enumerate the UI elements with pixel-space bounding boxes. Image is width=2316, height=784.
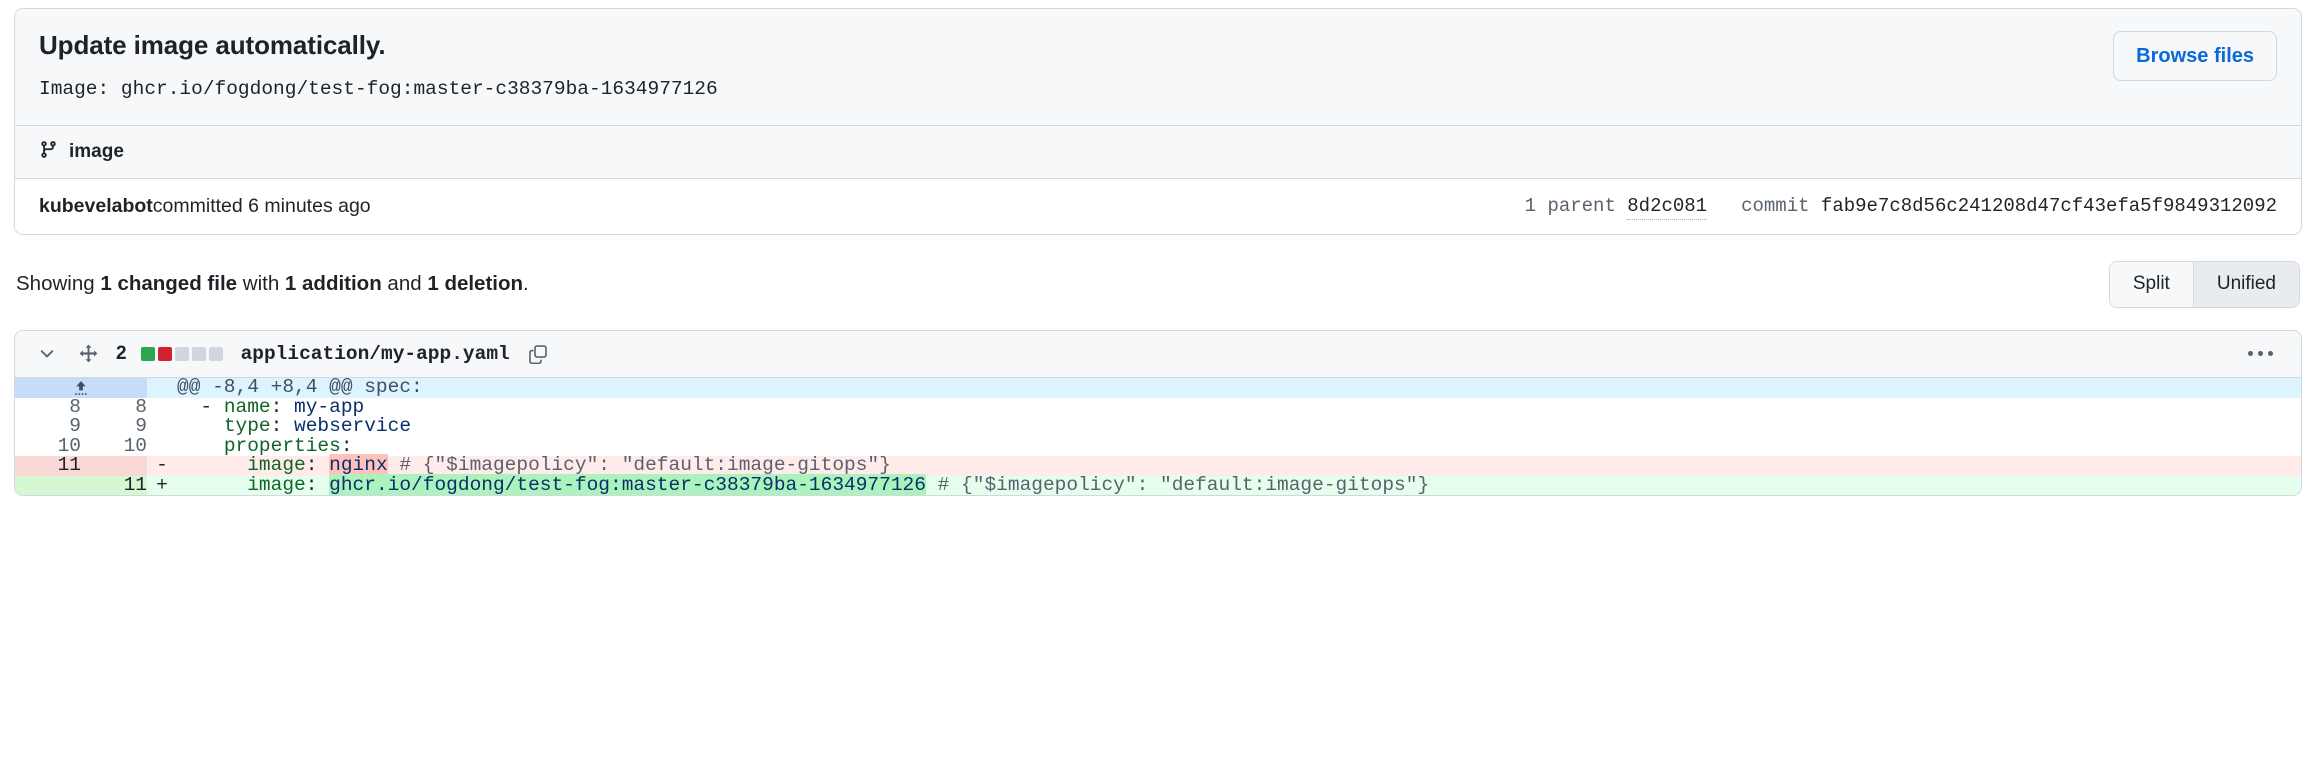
line-number-new[interactable]: 10	[81, 437, 147, 457]
diff-hunk-header: @@ -8,4 +8,4 @@ spec:	[177, 378, 2301, 398]
commit-card: Update image automatically. Image: ghcr.…	[14, 8, 2302, 235]
line-number-new[interactable]: 9	[81, 417, 147, 437]
diff-line-add: 11+ image: ghcr.io/fogdong/test-fog:mast…	[15, 476, 2301, 496]
code-token	[926, 474, 938, 496]
copy-icon[interactable]	[524, 344, 552, 364]
summary-prefix: Showing	[16, 272, 100, 295]
code-token	[177, 474, 247, 496]
diff-table-body: @@ -8,4 +8,4 @@ spec: 88 - name: my-app9…	[15, 378, 2301, 496]
diff-line-marker	[147, 398, 177, 418]
diff-line-code: image: ghcr.io/fogdong/test-fog:master-c…	[177, 476, 2301, 496]
line-number-old[interactable]: 11	[15, 456, 81, 476]
code-token: ghcr.io/fogdong/test-fog:master-c38379ba…	[329, 474, 926, 496]
expand-up-icon[interactable]	[15, 378, 147, 398]
expand-hunk-cell[interactable]	[15, 378, 147, 398]
code-token: nginx	[329, 454, 388, 476]
commit-sha[interactable]: fab9e7c8d56c241208d47cf43efa5f9849312092	[1821, 195, 2277, 217]
diff-file-header-left: 2 application/my-app.yaml	[33, 343, 552, 365]
unified-view-button[interactable]: Unified	[2193, 262, 2299, 307]
git-branch-icon	[39, 140, 58, 164]
diff-line-marker: -	[147, 456, 177, 476]
diff-hunk-header-row: @@ -8,4 +8,4 @@ spec:	[15, 378, 2301, 398]
hunk-mark-cell	[147, 378, 177, 398]
line-number-new[interactable]: 11	[81, 476, 147, 496]
parent-commit: 1 parent 8d2c081	[1525, 195, 1707, 217]
line-number-new[interactable]	[81, 456, 147, 476]
summary-suffix: .	[523, 272, 529, 295]
commit-author-row: kubevelabot committed 6 minutes ago 1 pa…	[15, 178, 2301, 234]
diff-table: @@ -8,4 +8,4 @@ spec: 88 - name: my-app9…	[15, 378, 2301, 496]
diffstat-square-2	[175, 347, 189, 361]
line-number-old[interactable]: 9	[15, 417, 81, 437]
diffstat-square-0	[141, 347, 155, 361]
chevron-down-icon[interactable]	[33, 344, 61, 364]
diff-summary-text: Showing 1 changed file with 1 addition a…	[16, 272, 529, 296]
branch-row: image	[15, 125, 2301, 178]
code-token: # {"$imagepolicy": "default:image-gitops…	[938, 474, 1429, 496]
diff-change-count: 2	[116, 343, 127, 365]
commit-sha-group: 1 parent 8d2c081 commit fab9e7c8d56c2412…	[1525, 195, 2277, 217]
code-token	[388, 454, 400, 476]
summary-deletions: 1 deletion	[427, 272, 523, 295]
current-commit: commit fab9e7c8d56c241208d47cf43efa5f984…	[1741, 195, 2277, 217]
code-token: image	[247, 474, 306, 496]
diffstat-square-1	[158, 347, 172, 361]
kebab-horizontal-icon[interactable]	[2238, 343, 2283, 364]
commit-title: Update image automatically.	[39, 29, 718, 62]
diffstat-square-4	[209, 347, 223, 361]
code-token: :	[306, 474, 329, 496]
diff-file-path[interactable]: application/my-app.yaml	[241, 343, 510, 365]
diff-file-application-my-app-yaml: 2 application/my-app.yaml	[14, 330, 2302, 497]
browse-files-button[interactable]: Browse files	[2113, 31, 2277, 81]
diff-line-marker: +	[147, 476, 177, 496]
parent-sha[interactable]: 8d2c081	[1627, 195, 1707, 220]
diff-line-ctx: 99 type: webservice	[15, 417, 2301, 437]
parent-label: 1 parent	[1525, 195, 1616, 217]
summary-conj: and	[382, 272, 428, 295]
split-view-button[interactable]: Split	[2110, 262, 2193, 307]
commit-authorship: kubevelabot committed 6 minutes ago	[39, 195, 371, 218]
diffstat-square-3	[192, 347, 206, 361]
diff-summary-row: Showing 1 changed file with 1 addition a…	[14, 261, 2302, 308]
diffstat-squares	[141, 347, 223, 361]
commit-message-block: Update image automatically. Image: ghcr.…	[39, 29, 718, 103]
summary-mid: with	[237, 272, 285, 295]
line-number-old[interactable]	[15, 476, 81, 496]
commit-header: Update image automatically. Image: ghcr.…	[15, 9, 2301, 125]
commit-label: commit	[1741, 195, 1809, 217]
summary-changed-files: 1 changed file	[100, 272, 237, 295]
branch-name[interactable]: image	[69, 141, 124, 163]
summary-additions: 1 addition	[285, 272, 382, 295]
diff-line-marker	[147, 417, 177, 437]
code-token: # {"$imagepolicy": "default:image-gitops…	[399, 454, 890, 476]
diff-view-toggle: Split Unified	[2109, 261, 2300, 308]
commit-author-name[interactable]: kubevelabot	[39, 195, 153, 218]
commit-timestamp: committed 6 minutes ago	[153, 195, 371, 218]
arrows-move-icon	[75, 344, 102, 363]
diff-file-header: 2 application/my-app.yaml	[15, 331, 2301, 378]
diff-line-code: type: webservice	[177, 417, 2301, 437]
commit-diff-page: Update image automatically. Image: ghcr.…	[0, 8, 2316, 784]
diff-line-code: - name: my-app	[177, 398, 2301, 418]
commit-description: Image: ghcr.io/fogdong/test-fog:master-c…	[39, 75, 718, 103]
